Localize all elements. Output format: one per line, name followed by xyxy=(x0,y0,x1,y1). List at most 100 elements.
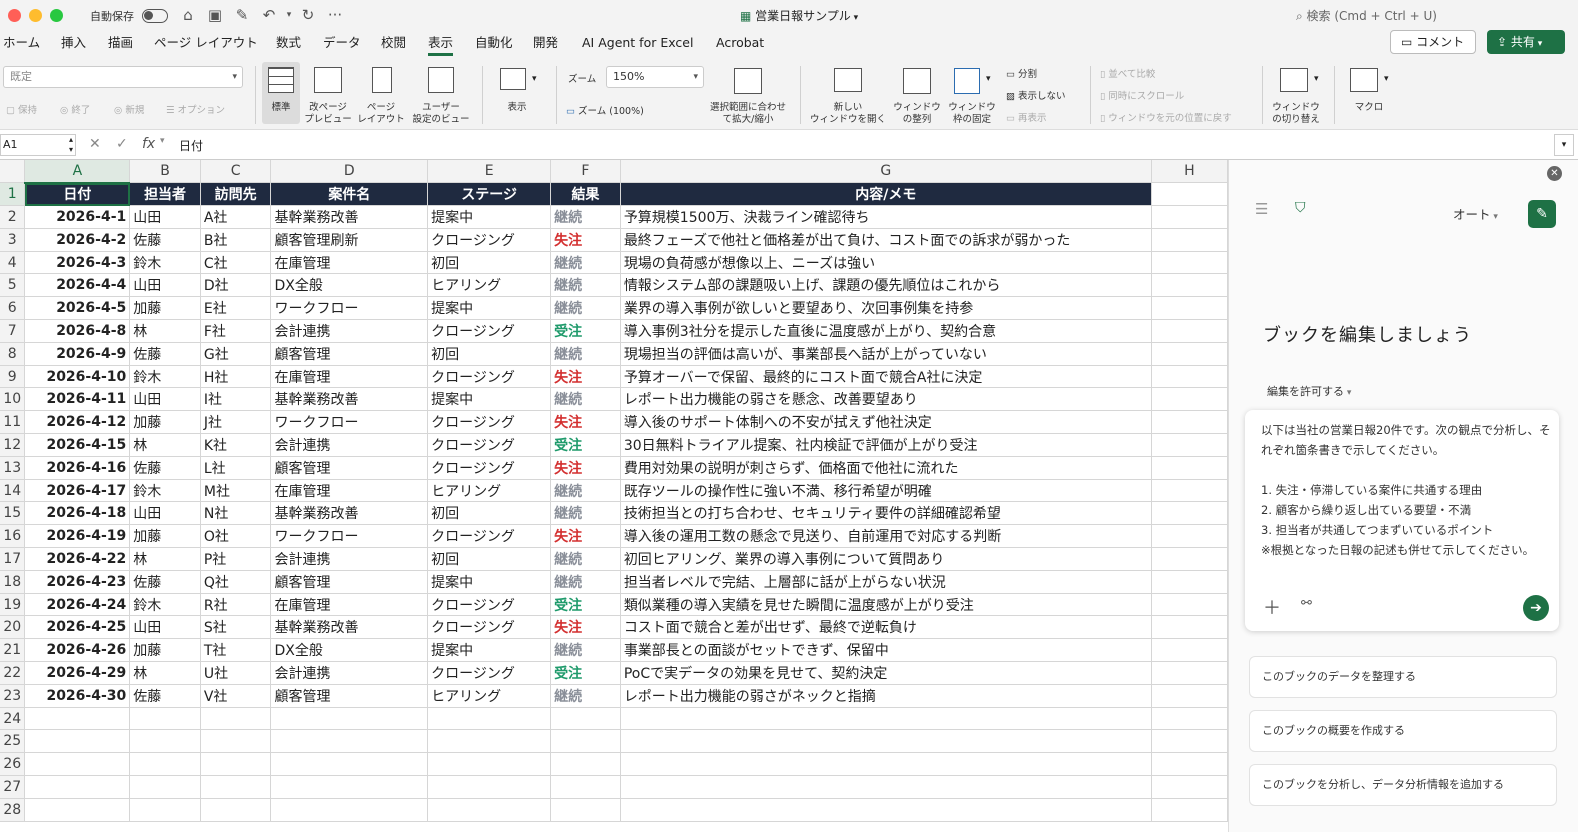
cell-project[interactable]: 会計連携 xyxy=(270,547,429,571)
row-header[interactable]: 24 xyxy=(0,707,26,731)
cell-client[interactable]: T社 xyxy=(200,638,272,663)
cell-result[interactable]: 受注 xyxy=(550,661,621,685)
cell-owner[interactable]: 山田 xyxy=(129,615,201,640)
cell-client[interactable]: H社 xyxy=(200,365,272,389)
cell-stage[interactable]: クロージング xyxy=(427,228,552,252)
plus-icon[interactable]: ＋ xyxy=(1263,594,1281,620)
cell-memo[interactable]: 情報システム部の課題吸い上げ、課題の優先順位はこれから xyxy=(620,273,1152,298)
cell[interactable] xyxy=(200,707,272,731)
row-header[interactable]: 21 xyxy=(0,638,26,663)
cell[interactable] xyxy=(620,775,1152,799)
cell[interactable] xyxy=(129,752,201,777)
custom-views-button[interactable]: ユーザー 設定のビュー xyxy=(410,62,472,125)
cell-stage[interactable]: クロージング xyxy=(427,410,552,435)
view-side-by-side-button[interactable]: ▯ 並べて比較 xyxy=(1100,66,1155,80)
cell[interactable] xyxy=(550,752,621,777)
cell-memo[interactable]: 技術担当との打ち合わせ、セキュリティ要件の詳細確認希望 xyxy=(620,501,1152,526)
cell[interactable] xyxy=(1151,775,1228,799)
sheet-view-options[interactable]: ☰ オプション xyxy=(166,102,225,116)
cell-stage[interactable]: 提案中 xyxy=(427,638,552,663)
cell-client[interactable]: V社 xyxy=(200,684,272,708)
cell-project[interactable]: 基幹業務改善 xyxy=(270,205,429,229)
row-header[interactable]: 11 xyxy=(0,410,26,435)
cell[interactable] xyxy=(24,729,131,754)
cell[interactable] xyxy=(550,775,621,799)
header-cell-date[interactable]: 日付 xyxy=(24,182,131,207)
row-header[interactable]: 26 xyxy=(0,752,26,777)
save-icon[interactable]: ▣ xyxy=(205,5,225,25)
column-header-f[interactable]: F xyxy=(550,160,621,184)
cell-result[interactable]: 継続 xyxy=(550,501,621,526)
cell-result[interactable]: 失注 xyxy=(550,365,621,389)
shield-icon[interactable]: ⛉ xyxy=(1295,200,1306,216)
cell[interactable] xyxy=(1151,251,1228,275)
cell[interactable] xyxy=(1151,479,1228,503)
row-header[interactable]: 6 xyxy=(0,296,26,321)
cell-stage[interactable]: 提案中 xyxy=(427,387,552,412)
cell-project[interactable]: 会計連携 xyxy=(270,433,429,457)
cell-memo[interactable]: 導入後のサポート体制への不安が拭えず他社決定 xyxy=(620,410,1152,435)
cell-result[interactable]: 失注 xyxy=(550,410,621,435)
column-header-a[interactable]: A xyxy=(24,160,131,184)
cell-client[interactable]: L社 xyxy=(200,456,272,480)
sync-scroll-button[interactable]: ▯ 同時にスクロール xyxy=(1100,88,1184,102)
cell-client[interactable]: U社 xyxy=(200,661,272,685)
cell-stage[interactable]: クロージング xyxy=(427,593,552,617)
cell-result[interactable]: 継続 xyxy=(550,570,621,594)
header-cell-owner[interactable]: 担当者 xyxy=(129,182,201,207)
cell-owner[interactable]: 佐藤 xyxy=(129,570,201,594)
cell-result[interactable]: 継続 xyxy=(550,387,621,412)
cell-stage[interactable]: ヒアリング xyxy=(427,273,552,298)
cell-client[interactable]: D社 xyxy=(200,273,272,298)
row-header[interactable]: 28 xyxy=(0,798,26,822)
edit-permission-dropdown[interactable]: 編集を許可する ▾ xyxy=(1267,383,1351,399)
cell-date[interactable]: 2026-4-25 xyxy=(24,615,131,640)
cell[interactable] xyxy=(129,729,201,754)
cell[interactable] xyxy=(550,798,621,822)
row-header[interactable]: 10 xyxy=(0,387,26,412)
cell-result[interactable]: 継続 xyxy=(550,342,621,366)
cell-client[interactable]: S社 xyxy=(200,615,272,640)
cell-owner[interactable]: 鈴木 xyxy=(129,251,201,275)
row-header[interactable]: 13 xyxy=(0,456,26,480)
cell-memo[interactable]: 現場の負荷感が想像以上、ニーズは強い xyxy=(620,251,1152,275)
tab-review[interactable]: 校閲 xyxy=(381,34,406,56)
switch-windows-button[interactable]: ▾ ウィンドウ の切り替え xyxy=(1268,62,1324,125)
cell-project[interactable]: 在庫管理 xyxy=(270,593,429,617)
undo-dropdown-icon[interactable]: ▾ xyxy=(279,5,299,25)
cell-project[interactable]: ワークフロー xyxy=(270,524,429,549)
cell-stage[interactable]: クロージング xyxy=(427,456,552,480)
row-header[interactable]: 4 xyxy=(0,251,26,275)
cell[interactable] xyxy=(1151,319,1228,343)
column-header-c[interactable]: C xyxy=(200,160,272,184)
cell-project[interactable]: 顧客管理 xyxy=(270,456,429,480)
cell[interactable] xyxy=(620,707,1152,731)
cell[interactable] xyxy=(427,775,552,799)
document-title[interactable]: ▦ 営業日報サンプル ▾ xyxy=(740,7,858,24)
cell-client[interactable]: B社 xyxy=(200,228,272,252)
freeze-panes-button[interactable]: ▾ ウィンドウ 枠の固定 xyxy=(944,62,1000,125)
cell-date[interactable]: 2026-4-1 xyxy=(24,205,131,229)
cell-project[interactable]: 基幹業務改善 xyxy=(270,501,429,526)
cell-stage[interactable]: クロージング xyxy=(427,433,552,457)
tab-insert[interactable]: 挿入 xyxy=(61,34,86,56)
cell-project[interactable]: 顧客管理刷新 xyxy=(270,228,429,252)
cell-owner[interactable]: 林 xyxy=(129,547,201,571)
cell[interactable] xyxy=(270,729,429,754)
row-header[interactable]: 23 xyxy=(0,684,26,708)
row-header[interactable]: 8 xyxy=(0,342,26,366)
page-layout-button[interactable]: ページ レイアウト xyxy=(356,62,406,125)
cell[interactable] xyxy=(1151,342,1228,366)
column-header-g[interactable]: G xyxy=(620,160,1152,184)
formula-input[interactable]: 日付 xyxy=(179,137,203,154)
cell-date[interactable]: 2026-4-17 xyxy=(24,479,131,503)
cell[interactable] xyxy=(24,752,131,777)
cell-memo[interactable]: 現場担当の評価は高いが、事業部長へ話が上がっていない xyxy=(620,342,1152,366)
cell-date[interactable]: 2026-4-15 xyxy=(24,433,131,457)
zoom-dropdown[interactable]: 150% ▾ xyxy=(606,66,704,88)
cell-project[interactable]: 基幹業務改善 xyxy=(270,615,429,640)
expand-formula-bar-icon[interactable]: ▾ xyxy=(1554,134,1574,156)
cell-memo[interactable]: 担当者レベルで完結、上層部に話が上がらない状況 xyxy=(620,570,1152,594)
new-chat-button[interactable]: ✎ xyxy=(1528,200,1556,228)
cell-result[interactable]: 受注 xyxy=(550,593,621,617)
